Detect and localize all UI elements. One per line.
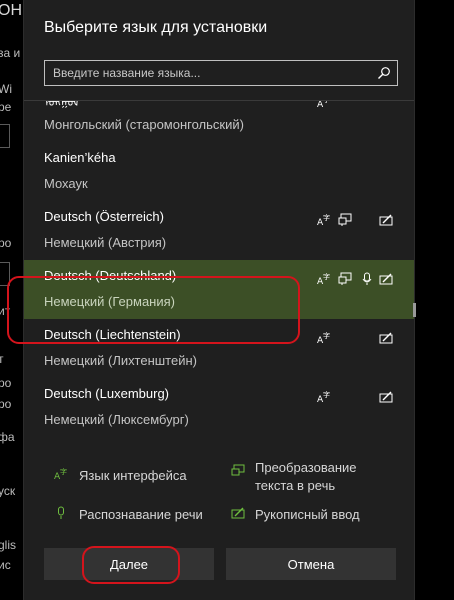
list-item[interactable]: ᠮᠣᠩᠭᠣᠯ Монгольский (старомонгольский) A字 <box>24 100 414 142</box>
highlight-annotation-next-button <box>82 546 180 584</box>
handwriting-legend-icon <box>231 507 245 519</box>
interface-language-icon: A字 <box>317 213 330 227</box>
language-native-name: Kanien’kéha <box>44 150 116 165</box>
speech-recognition-icon <box>362 272 372 285</box>
background-text: ро <box>0 236 12 250</box>
background-field <box>0 124 10 148</box>
language-localized-name: Монгольский (старомонгольский) <box>44 117 244 132</box>
background-text: ис <box>0 558 11 572</box>
text-to-speech-icon <box>338 272 352 285</box>
svg-text:字: 字 <box>323 213 330 222</box>
speech-recognition-legend-icon <box>58 506 64 519</box>
text-to-speech-icon <box>338 213 352 226</box>
svg-text:字: 字 <box>60 467 67 476</box>
interface-language-icon: A字 <box>317 272 330 286</box>
legend-interface-language: Язык интерфейса <box>79 468 187 483</box>
background-text: уск <box>0 484 16 498</box>
legend-speech-recognition: Распознавание речи <box>79 507 203 522</box>
background-text: фа <box>0 430 15 444</box>
highlight-annotation-selected-language <box>7 276 300 344</box>
interface-language-icon: A字 <box>317 390 330 404</box>
legend-text-to-speech-line2: текста в речь <box>255 478 336 493</box>
list-scrollbar-thumb[interactable] <box>413 303 416 317</box>
handwriting-icon <box>379 332 393 344</box>
background-text: ре <box>0 100 12 114</box>
text-to-speech-legend-icon <box>231 464 245 476</box>
interface-language-icon: A字 <box>317 100 330 109</box>
legend-text-to-speech-line1: Преобразование <box>255 460 357 475</box>
handwriting-icon <box>379 214 393 226</box>
background-text: т <box>0 352 4 366</box>
list-item[interactable]: Deutsch (Österreich) Немецкий (Австрия) … <box>24 201 414 260</box>
language-localized-name: Немецкий (Люксембург) <box>44 412 189 427</box>
legend-handwriting: Рукописный ввод <box>255 507 360 522</box>
language-native-name: ᠮᠣᠩᠭᠣᠯ <box>44 100 79 109</box>
search-box[interactable] <box>44 60 398 86</box>
legend-text-to-speech: Преобразование текста в речь <box>255 460 357 493</box>
svg-text:字: 字 <box>323 100 330 104</box>
background-text: ро <box>0 376 12 390</box>
list-item[interactable]: Kanien’kéha Мохаук <box>24 142 414 201</box>
cancel-button[interactable]: Отмена <box>226 548 396 580</box>
handwriting-icon <box>379 273 393 285</box>
language-native-name: Deutsch (Luxemburg) <box>44 386 169 401</box>
search-icon[interactable] <box>377 66 391 80</box>
interface-language-legend-icon: A字 <box>54 467 67 481</box>
background-text: Wi <box>0 82 12 96</box>
background-text: ро <box>0 397 12 411</box>
language-native-name: Deutsch (Österreich) <box>44 209 164 224</box>
svg-text:字: 字 <box>323 331 330 340</box>
background-text: glis <box>0 538 17 552</box>
language-localized-name: Немецкий (Австрия) <box>44 235 167 250</box>
handwriting-icon <box>379 391 393 403</box>
search-input[interactable] <box>45 61 381 85</box>
language-localized-name: Немецкий (Лихтенштейн) <box>44 353 197 368</box>
background-title: ОН <box>0 2 22 19</box>
dialog-title: Выберите язык для установки <box>44 19 268 36</box>
svg-text:字: 字 <box>323 390 330 399</box>
svg-text:字: 字 <box>323 272 330 281</box>
list-item[interactable]: Deutsch (Luxemburg) Немецкий (Люксембург… <box>24 378 414 437</box>
language-localized-name: Мохаук <box>44 176 88 191</box>
interface-language-icon: A字 <box>317 331 330 345</box>
